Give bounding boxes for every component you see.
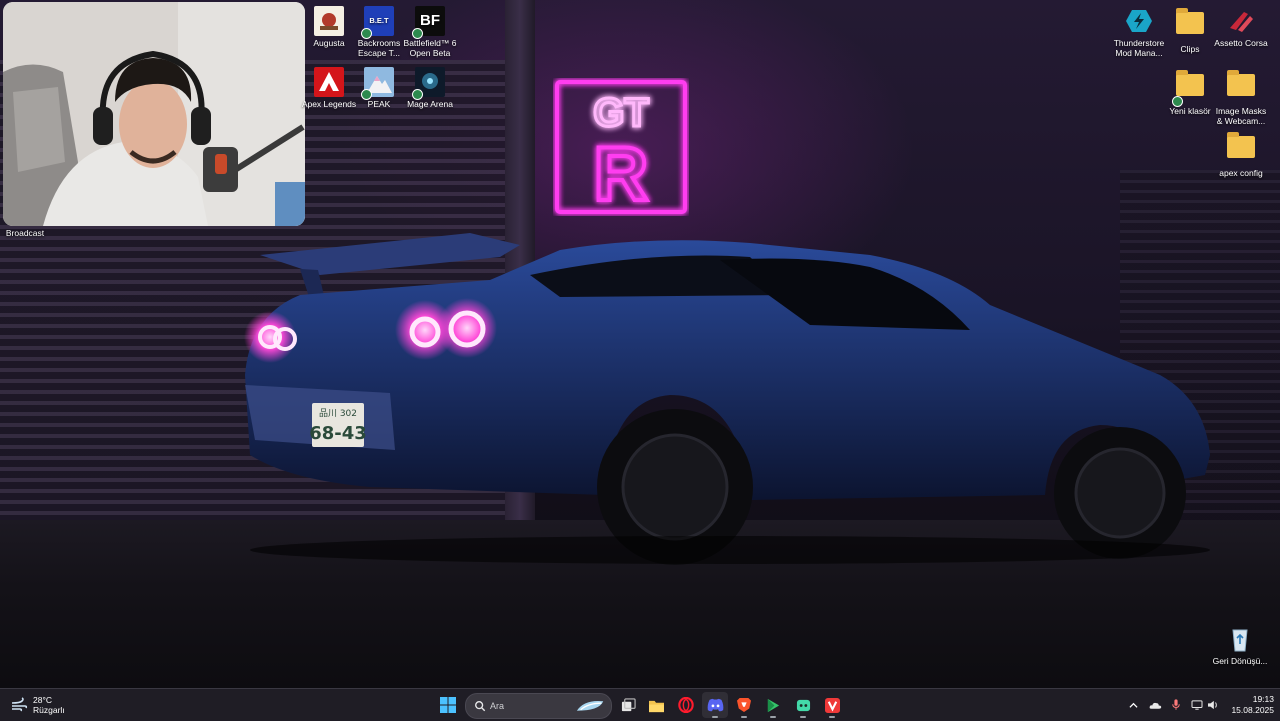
weather-widget[interactable]: 28°C Rüzgarlı [10,694,65,716]
desktop-icon-label: Yeni klasör [1169,106,1211,116]
taskbar-search[interactable] [465,693,612,719]
backrooms-icon-text: B.E.T [369,16,389,25]
tray-onedrive[interactable] [1145,693,1165,717]
desktop-icon-image-masks[interactable]: Image Masks & Webcam... [1213,68,1269,126]
check-icon [361,89,372,100]
mage-arena-icon [412,67,445,100]
recycle-bin-icon [1225,624,1255,654]
taskbar-brave[interactable] [731,692,757,718]
desktop-icon-backrooms[interactable]: B.E.T Backrooms Escape T... [351,6,407,58]
microphone-icon [1172,699,1180,710]
opera-icon [678,697,694,713]
taskbar: 28°C Rüzgarlı Ara 19:13 15.08.2025 [0,688,1280,721]
start-button[interactable] [435,692,461,718]
desktop-icon-assetto-corsa[interactable]: Assetto Corsa [1213,6,1269,48]
desktop-icon-apex-config[interactable]: apex config [1213,130,1269,178]
desktop-icon-apex[interactable]: Apex Legends [301,67,357,109]
desktop-icon-label: apex config [1219,168,1263,178]
weather-temp: 28°C [33,695,52,705]
augusta-icon [314,6,344,36]
taskbar-chat-app[interactable] [790,692,816,718]
thunderstore-icon [1124,6,1154,36]
desktop-icon-label: Broadcast [5,228,45,238]
speaker-icon [1208,700,1217,710]
desktop-icon-label: Assetto Corsa [1214,38,1268,48]
taskbar-opera[interactable] [673,692,699,718]
folder-icon [1226,132,1256,166]
desktop-icon-thunderstore[interactable]: Thunderstore Mod Mana... [1111,6,1167,58]
weather-text: 28°C Rüzgarlı [33,695,65,715]
task-view-button[interactable] [615,692,641,718]
tray-volume[interactable] [1204,693,1222,717]
desktop-icon-label: Backrooms Escape T... [357,38,401,58]
plate-top-text: 品川 302 [319,408,357,419]
desktop-icon-yeni-klasor[interactable]: Yeni klasör [1162,68,1218,116]
clock-date: 15.08.2025 [1231,705,1274,715]
desktop-icon-label: PEAK [367,99,391,109]
battlefield-icon: BF [412,6,445,39]
desktop-icon-peak[interactable]: PEAK [351,67,407,109]
plate-bottom-text: 68-43 [309,423,367,444]
desktop-icon-recycle-bin[interactable]: Geri Dönüşü... [1212,624,1268,666]
webcam-feed [3,2,305,226]
tray-microphone[interactable] [1167,693,1185,717]
chat-bot-icon [796,699,810,711]
desktop-icon-label: Apex Legends [301,99,357,109]
discord-icon [707,698,723,712]
wallpaper-car: 品川 302 68-43 [244,233,1210,565]
desktop-icon-battlefield[interactable]: BF Battlefield™ 6 Open Beta [402,6,458,58]
brave-icon [737,698,751,712]
clock-time: 19:13 [1252,694,1274,704]
taskbar-file-explorer[interactable] [643,692,669,718]
desktop-icon-label: Image Masks & Webcam... [1215,106,1267,126]
check-icon [412,28,423,39]
check-icon [361,28,372,39]
play-icon [767,698,779,712]
desktop-icon-nvidia-broadcast[interactable]: Broadcast [0,228,53,238]
taskbar-play-app[interactable] [760,692,786,718]
windows-icon [440,697,456,713]
webcam-overlay [3,2,305,226]
network-icon [1191,700,1203,710]
check-icon [412,89,423,100]
gtr-neon-sign: GT R [555,80,687,216]
desktop-icon-label: Geri Dönüşü... [1212,656,1268,666]
desktop-icon-augusta[interactable]: Augusta [301,6,357,48]
desktop-icon-label: Clips [1180,44,1200,54]
search-input[interactable] [490,701,560,711]
assetto-corsa-icon [1226,6,1256,36]
tray-overflow-button[interactable] [1124,693,1142,717]
neon-r-text: R [594,132,649,216]
desktop-icon-mage-arena[interactable]: Mage Arena [402,67,458,109]
folder-icon [1226,70,1256,104]
task-view-icon [621,697,636,711]
folder-icon [1175,8,1205,42]
taskbar-clock[interactable]: 19:13 15.08.2025 [1222,694,1274,716]
folder-icon [1172,70,1205,107]
battlefield-icon-text: BF [420,12,440,29]
search-highlight-icon [576,701,604,711]
desktop-icon-clips[interactable]: Clips [1162,6,1218,54]
desktop-icon-label: Mage Arena [407,99,453,109]
apex-icon [314,67,344,97]
peak-icon [361,67,394,100]
vivaldi-icon [824,697,840,713]
taskbar-vivaldi[interactable] [819,692,845,718]
weather-condition: Rüzgarlı [33,705,65,715]
neon-gt-text: GT [593,91,649,135]
desktop-icon-label: Thunderstore Mod Mana... [1113,38,1165,58]
chevron-up-icon [1128,702,1138,708]
check-icon [1172,96,1183,107]
taskbar-discord[interactable] [702,692,728,718]
desktop-icon-label: Augusta [313,38,345,48]
wind-icon [11,697,28,712]
file-explorer-icon [648,700,664,712]
backrooms-icon: B.E.T [361,6,394,39]
search-icon [475,701,486,712]
cloud-icon [1149,702,1161,709]
desktop-icon-label: Battlefield™ 6 Open Beta [403,38,457,58]
